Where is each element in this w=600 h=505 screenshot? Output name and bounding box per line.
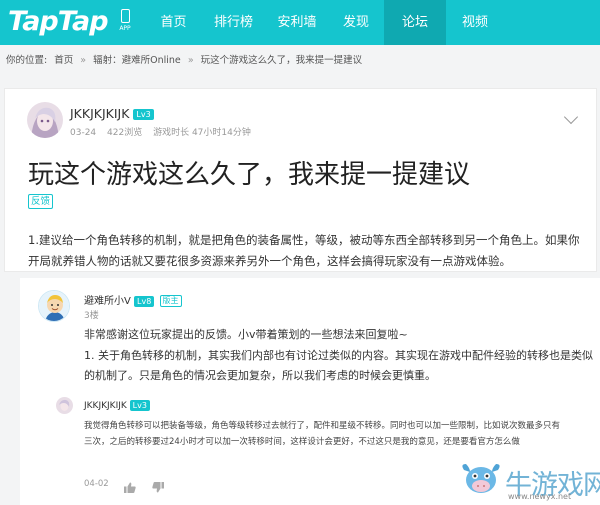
breadcrumb-current: 玩这个游戏这么久了，我来提一提建议 [200,55,363,66]
post-views: 422浏览 [107,128,143,138]
post-meta: 03-24 422浏览 游戏时长 47小时14分钟 [70,125,259,138]
watermark-mascot-icon [458,460,504,500]
level-badge: Lv3 [133,109,154,120]
sub-reply-author[interactable]: JKKJKJKIJK Lv3 [84,400,150,411]
thumbs-down-icon[interactable] [152,478,164,493]
nav-home[interactable]: 首页 [146,0,201,45]
watermark-url: www.newyx.net [508,492,572,501]
app-label: APP [119,25,131,32]
taptap-logo[interactable]: TapTap [8,6,109,37]
post-date: 03-24 [70,128,97,138]
breadcrumb-separator: » [187,55,194,66]
breadcrumb-separator: » [80,55,87,66]
thumbs-up-icon[interactable] [124,478,136,493]
sub-reply-date: 04-02 [84,479,109,489]
nav-recommend-wall[interactable]: 安利墙 [266,0,328,45]
sub-reply-author-text: JKKJKJKIJK [84,401,127,411]
sub-reply-text: 我觉得角色转移可以把装备等级，角色等级转移过去就行了，配件和星级不转移。同时也可… [84,421,561,447]
reply-text-intro: 非常感谢这位玩家提出的反馈。小v带着策划的一些想法来回复啦~ [84,328,408,341]
level-badge: Lv8 [134,295,155,307]
author-name[interactable]: JKKJKJKIJK Lv3 [70,106,154,121]
author-playtime: 游戏时长 47小时14分钟 [153,128,251,138]
nav-forum[interactable]: 论坛 [384,0,446,45]
reply-author-text: 避难所小V [84,296,131,307]
post-title: 玩这个游戏这么久了，我来提一提建议 [28,160,471,190]
nav-video[interactable]: 视频 [446,0,504,45]
app-download-icon[interactable]: APP [118,9,132,35]
moderator-avatar[interactable] [38,290,70,322]
nav-discover[interactable]: 发现 [328,0,384,45]
post-tag[interactable]: 反馈 [28,194,54,209]
sub-reply-avatar[interactable] [56,397,73,414]
breadcrumb: 你的位置: 首页 » 辐射：避难所Online » 玩这个游戏这么久了，我来提一… [6,52,366,66]
floor-number: 3楼 [84,311,99,321]
level-badge: Lv3 [129,400,150,411]
top-navbar: TapTap APP 首页 排行榜 安利墙 发现 论坛 视频 [0,0,600,45]
author-avatar[interactable] [27,102,63,138]
main-nav: 首页 排行榜 安利墙 发现 论坛 视频 [146,0,504,45]
author-name-text: JKKJKJKIJK [70,106,130,121]
reply-author[interactable]: 避难所小V Lv8 版主 [84,292,182,307]
breadcrumb-game[interactable]: 辐射：避难所Online [93,55,181,66]
breadcrumb-home[interactable]: 首页 [54,55,73,66]
moderator-badge: 版主 [159,295,182,307]
reply-text-point: 1. 关于角色转移的机制，其实我们内部也有讨论过类似的内容。其实现在游戏中配件经… [84,349,593,382]
breadcrumb-prefix: 你的位置: [6,55,48,66]
post-body: 1.建议给一个角色转移的机制，就是把角色的装备属性，等级，被动等东西全部转移到另… [28,233,580,268]
nav-rankings[interactable]: 排行榜 [201,0,266,45]
